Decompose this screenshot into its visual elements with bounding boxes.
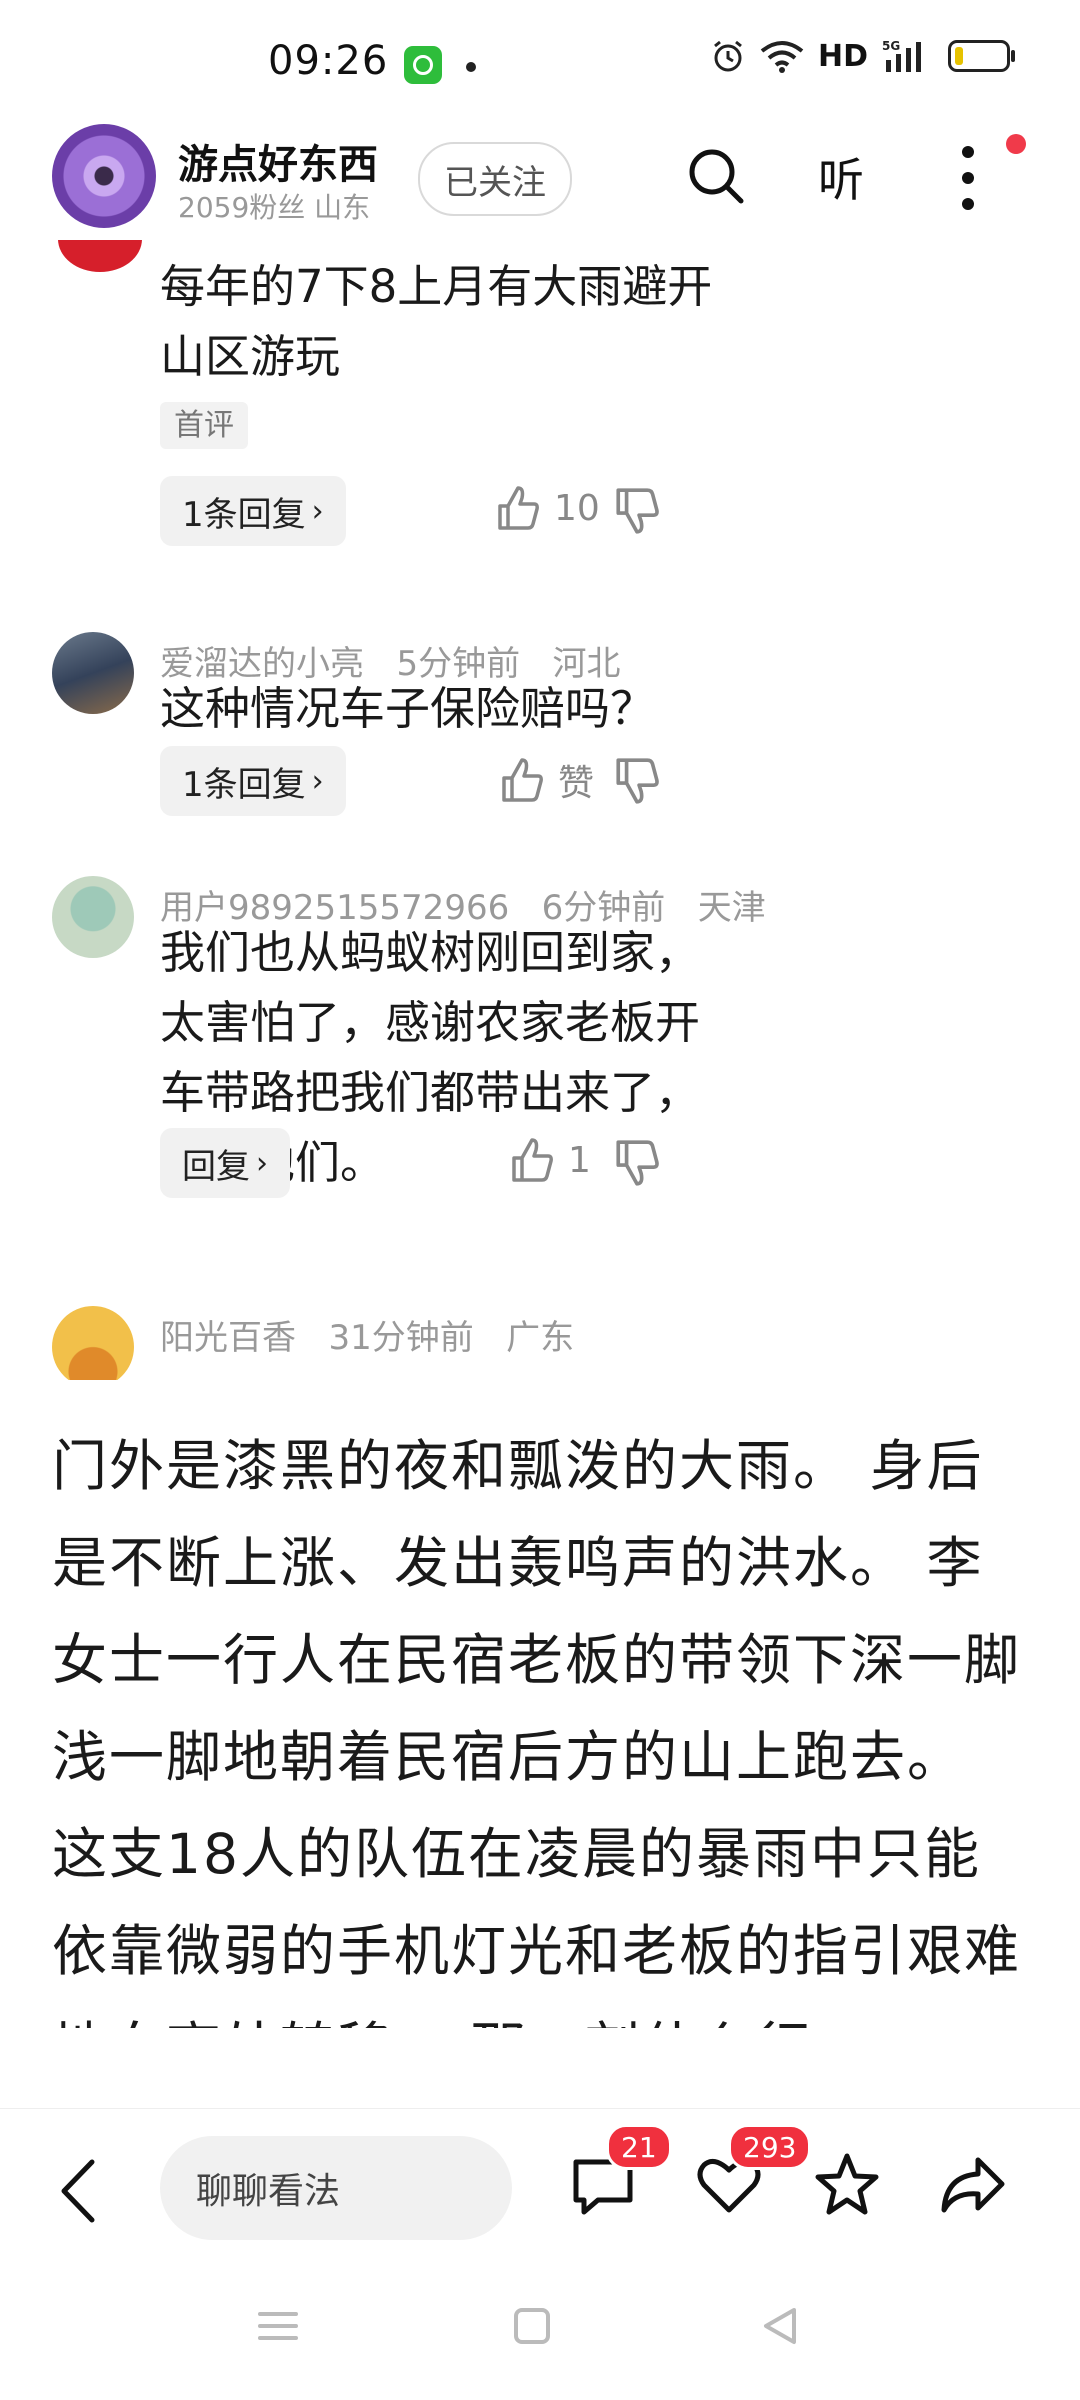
like-count: 10: [554, 487, 600, 529]
thumbs-down-icon[interactable]: [612, 486, 662, 536]
more-options-icon[interactable]: [958, 144, 978, 212]
more-notifications-dot: [466, 62, 476, 72]
comment-avatar[interactable]: [52, 1306, 134, 1380]
like-button[interactable]: 10: [494, 484, 600, 532]
chevron-right-icon: ›: [311, 763, 324, 799]
reply-label: 1条回复: [182, 494, 306, 535]
comment-avatar[interactable]: [58, 240, 142, 272]
hd-indicator: HD: [817, 38, 868, 74]
author-name[interactable]: 游点好东西: [178, 132, 378, 190]
star-icon[interactable]: [812, 2150, 882, 2220]
view-replies-button[interactable]: 1条回复 ›: [160, 476, 346, 546]
reply-button[interactable]: 回复 ›: [160, 1128, 290, 1198]
status-bar: 09:26 HD 5G: [0, 0, 1080, 120]
chevron-right-icon: ›: [256, 1145, 268, 1181]
status-time: 09:26: [268, 38, 389, 84]
thumbs-up-icon: [512, 1138, 553, 1182]
thumbs-down-icon[interactable]: [612, 756, 662, 806]
thumbs-up-icon: [502, 758, 543, 802]
signal-icon: 5G: [882, 39, 921, 72]
app-notification-icon: [404, 46, 442, 84]
thumbs-up-icon: [498, 486, 539, 530]
home-icon[interactable]: [508, 2302, 556, 2350]
comment-location: 广东: [506, 1318, 575, 1358]
comments-panel: 每年的7下8上月有大雨避开山区游玩 首评 1条回复 › 10 爱溜达的小亮 5分…: [0, 240, 1080, 1380]
like-button[interactable]: 1: [508, 1136, 591, 1184]
battery-icon: [948, 40, 1015, 72]
comment-text: 这种情况车子保险赔吗？: [160, 682, 656, 735]
reply-label: 1条回复: [182, 764, 306, 805]
author-meta: 2059粉丝 山东: [178, 191, 371, 224]
view-replies-button[interactable]: 1条回复 ›: [160, 746, 346, 816]
comment-username[interactable]: 阳光百香: [160, 1318, 296, 1358]
like-count-badge: 293: [728, 2124, 812, 2170]
author-avatar[interactable]: [52, 124, 156, 228]
like-count: 1: [568, 1139, 591, 1181]
alarm-icon: [714, 40, 742, 72]
svg-text:5G: 5G: [882, 39, 900, 53]
menu-icon[interactable]: [254, 2302, 302, 2350]
back-arrow-icon[interactable]: [54, 2156, 102, 2226]
chevron-right-icon: ›: [311, 493, 324, 529]
back-nav-icon[interactable]: [756, 2302, 804, 2350]
article-body: 门外是漆黑的夜和瓢泼的大雨。 身后是不断上涨、发出轰鸣声的洪水。 李女士一行人在…: [52, 1434, 1022, 2028]
comment-text: 每年的7下8上月有大雨避开山区游玩: [160, 260, 713, 383]
like-count: 赞: [558, 763, 595, 804]
follow-button[interactable]: 已关注: [418, 142, 572, 216]
search-icon[interactable]: [686, 146, 746, 206]
comment-avatar[interactable]: [52, 876, 134, 958]
comment-count-badge: 21: [606, 2124, 672, 2170]
thumbs-down-icon[interactable]: [612, 1138, 662, 1188]
notification-dot: [1006, 134, 1026, 154]
reply-label: 回复: [182, 1146, 250, 1187]
like-button[interactable]: 赞: [498, 754, 594, 806]
comment-meta: 阳光百香 31分钟前 广东: [160, 1310, 574, 1359]
comment-time: 31分钟前: [328, 1318, 474, 1358]
status-icons: HD 5G: [710, 38, 1015, 74]
comment-location: 天津: [697, 888, 766, 928]
listen-button[interactable]: 听: [818, 144, 864, 210]
share-icon[interactable]: [938, 2150, 1008, 2220]
comment-input[interactable]: 聊聊看法: [160, 2136, 512, 2240]
first-comment-tag: 首评: [160, 402, 248, 449]
wifi-icon: [760, 41, 804, 73]
comment-avatar[interactable]: [52, 632, 134, 714]
